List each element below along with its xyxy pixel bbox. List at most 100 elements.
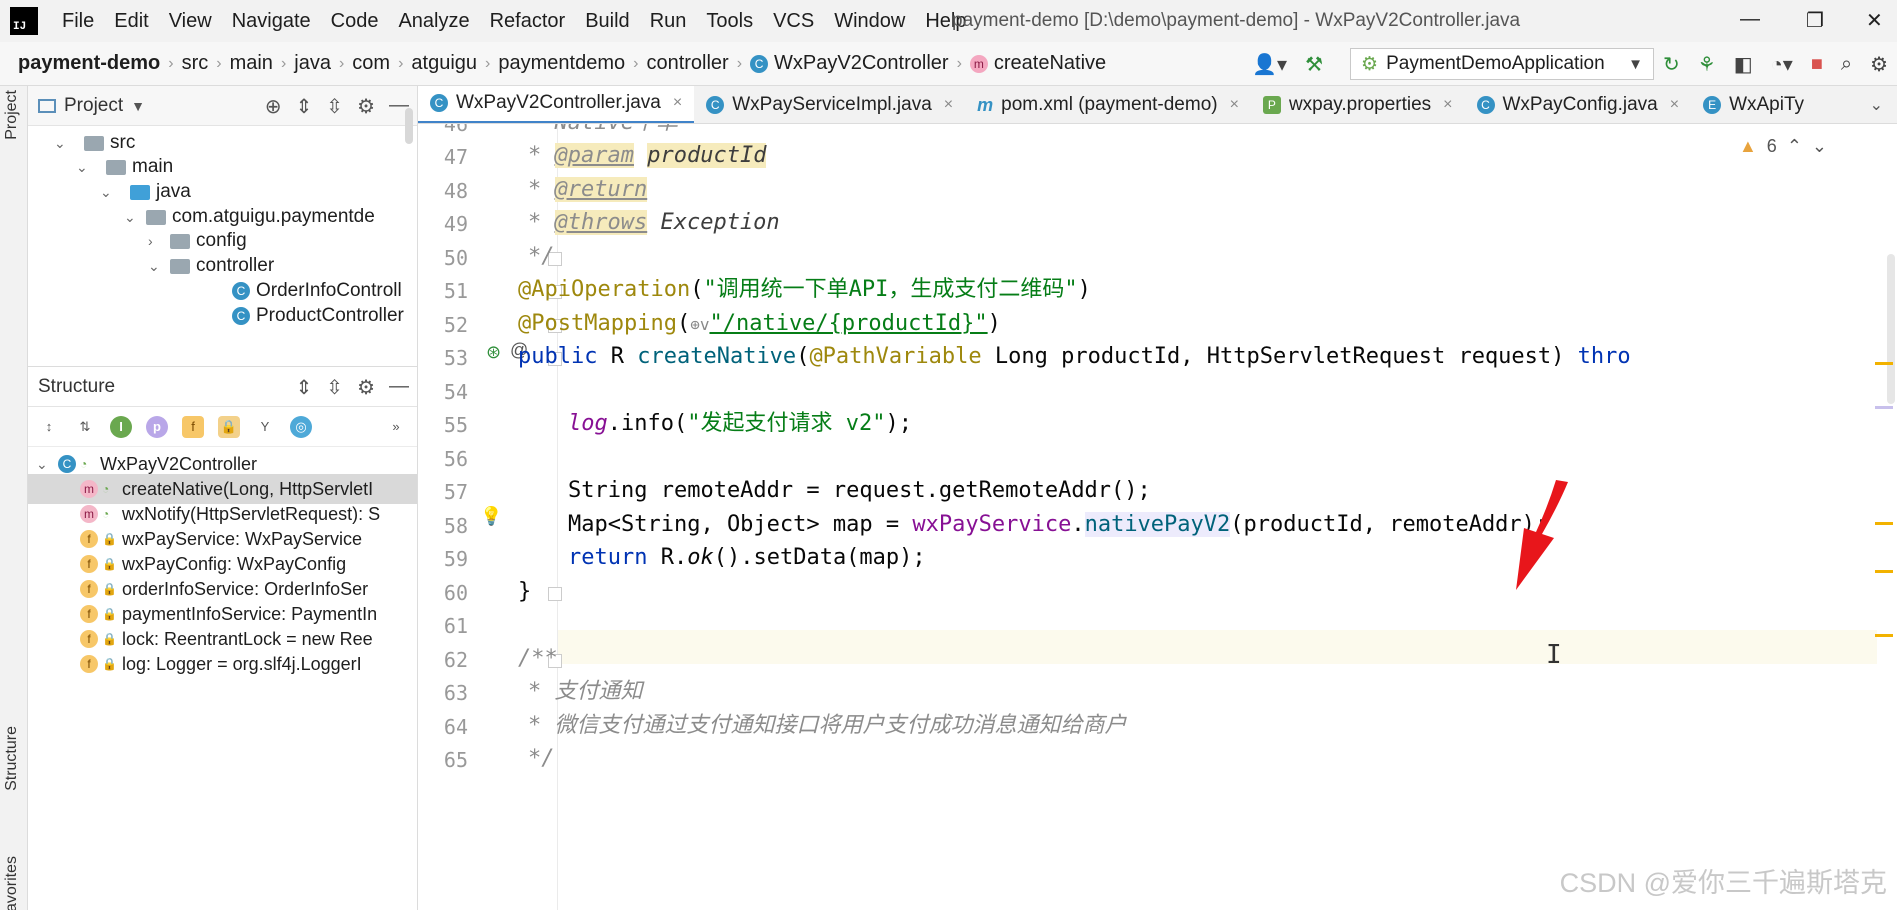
project-scrollbar[interactable] (405, 108, 413, 144)
close-icon[interactable]: × (1443, 96, 1452, 114)
breadcrumb-controller[interactable]: controller (646, 52, 728, 75)
show-lambdas-icon[interactable]: Y (254, 416, 276, 438)
menu-code[interactable]: Code (321, 10, 389, 33)
properties-file-icon: P (1262, 95, 1281, 114)
close-icon[interactable]: × (673, 94, 682, 112)
member-label: wxPayConfig: WxPayConfig (122, 553, 347, 574)
breadcrumb-atguigu[interactable]: atguigu (411, 52, 477, 75)
menu-tools[interactable]: Tools (696, 10, 763, 33)
menu-run[interactable]: Run (640, 10, 697, 33)
breadcrumb-project[interactable]: payment-demo (18, 52, 160, 75)
coverage-icon[interactable]: ◧ (1734, 52, 1753, 77)
tree-item-product-controller[interactable]: C ProductController (232, 301, 404, 331)
breadcrumb-method[interactable]: m createNative (969, 52, 1106, 75)
warning-marker[interactable] (1875, 570, 1893, 573)
stripe-tab-project[interactable]: Project (3, 90, 21, 140)
lock-icon: 🔒 (102, 607, 117, 621)
inspection-widget[interactable]: ▲ 6 ⌃ ⌄ (1739, 136, 1827, 157)
minimize-button[interactable]: — (1740, 8, 1760, 31)
editor-error-stripe[interactable] (1873, 124, 1897, 910)
close-icon[interactable]: × (1670, 96, 1679, 114)
rerun-icon[interactable]: ↻ (1663, 52, 1680, 77)
expand-all-icon[interactable]: ⇕ (296, 94, 313, 119)
restore-button[interactable]: ❐ (1806, 8, 1824, 33)
show-properties-icon[interactable]: p (146, 415, 168, 438)
tab-wxpay-properties[interactable]: P wxpay.properties × (1251, 86, 1465, 123)
stripe-tab-structure[interactable]: Structure (3, 726, 21, 791)
menu-analyze[interactable]: Analyze (388, 10, 479, 33)
collapse-all-icon[interactable]: ⇳ (326, 375, 343, 400)
search-icon[interactable]: ⌕ (1841, 53, 1852, 76)
run-configuration-select[interactable]: ⚙ PaymentDemoApplication ▼ (1350, 48, 1655, 80)
final-field-icon: f (80, 630, 98, 648)
tree-item-label: ProductController (256, 305, 404, 326)
line-number: 48 (443, 179, 468, 203)
project-panel-title[interactable]: Project (64, 95, 123, 117)
chevron-down-icon: ⌄ (54, 134, 66, 151)
stop-icon[interactable]: ■ (1811, 53, 1823, 76)
user-icon[interactable]: 👤▾ (1252, 52, 1287, 77)
chevron-up-icon[interactable]: ⌃ (1787, 136, 1802, 157)
structure-panel-header: Structure ⇕ ⇳ ⚙ — (28, 367, 417, 407)
breadcrumb-paymentdemo[interactable]: paymentdemo (498, 52, 625, 75)
breadcrumb-class[interactable]: C WxPayV2Controller (750, 52, 949, 75)
breadcrumb-main[interactable]: main (230, 52, 273, 75)
show-fields-icon[interactable]: f (182, 415, 204, 438)
close-button[interactable]: ✕ (1866, 8, 1883, 33)
hammer-icon[interactable]: ⚒ (1305, 52, 1323, 77)
warning-marker[interactable] (1875, 634, 1893, 637)
code-editor[interactable]: 46 47 48 49 50 51 52 53 54 55 56 57 58 5… (418, 124, 1897, 910)
member-log[interactable]: f 🔒 log: Logger = org.slf4j.LoggerI (28, 649, 417, 679)
tab-pom-xml[interactable]: m pom.xml (payment-demo) × (965, 86, 1251, 123)
stripe-tab-favorites[interactable]: Favorites (3, 856, 21, 910)
menu-view[interactable]: View (159, 10, 222, 33)
chevron-down-icon[interactable]: ⌄ (1812, 136, 1827, 157)
breadcrumb-class-label: WxPayV2Controller (774, 52, 949, 74)
tab-label: wxpay.properties (1288, 93, 1432, 115)
menu-build[interactable]: Build (575, 10, 639, 33)
tab-wxpayserviceimpl[interactable]: C WxPayServiceImpl.java × (694, 86, 965, 123)
tab-wxpayv2controller[interactable]: C WxPayV2Controller.java × (418, 86, 695, 123)
gear-icon[interactable]: ⚙ (357, 375, 375, 400)
menu-window[interactable]: Window (824, 10, 915, 33)
locate-icon[interactable]: ⊕ (265, 94, 282, 119)
menu-file[interactable]: File (52, 10, 104, 33)
lightbulb-icon[interactable]: 💡 (480, 506, 502, 527)
tab-wxapitype[interactable]: E WxApiTy (1691, 86, 1816, 123)
hide-icon[interactable]: — (389, 375, 409, 400)
tabs-overflow-icon[interactable]: ⌄ (1870, 95, 1883, 115)
warning-marker[interactable] (1875, 522, 1893, 525)
debug-icon[interactable]: ⚘ (1698, 52, 1716, 77)
expand-all-icon[interactable]: ⇕ (296, 375, 313, 400)
sort-alpha-icon[interactable]: ⇅ (74, 416, 96, 438)
menu-edit[interactable]: Edit (104, 10, 158, 33)
more-icon[interactable]: » (385, 416, 407, 438)
autoscroll-icon[interactable]: ◎ (290, 415, 312, 438)
show-non-public-icon[interactable]: 🔒 (218, 415, 240, 438)
request-mapping-icon[interactable]: ⊛ (486, 342, 501, 363)
breadcrumb-src[interactable]: src (182, 52, 209, 75)
text-cursor-icon: I (1546, 640, 1562, 670)
method-icon: m (80, 505, 98, 523)
chevron-down-icon[interactable]: ▼ (131, 98, 145, 114)
tab-wxpayconfig[interactable]: C WxPayConfig.java × (1465, 86, 1692, 123)
show-inherited-icon[interactable]: I (110, 415, 132, 438)
editor-scrollbar[interactable] (1887, 254, 1895, 404)
fold-marker[interactable] (548, 587, 562, 601)
collapse-all-icon[interactable]: ⇳ (326, 94, 343, 119)
breadcrumb-com[interactable]: com (352, 52, 390, 75)
close-icon[interactable]: × (944, 96, 953, 114)
menu-refactor[interactable]: Refactor (480, 10, 576, 33)
warning-marker[interactable] (1875, 362, 1893, 365)
usage-marker[interactable] (1875, 406, 1893, 409)
gear-icon[interactable]: ⚙ (357, 94, 375, 119)
breadcrumb-java[interactable]: java (294, 52, 331, 75)
settings-icon[interactable]: ⚙ (1870, 52, 1888, 77)
sort-visibility-icon[interactable]: ↕ (38, 416, 60, 438)
close-icon[interactable]: × (1230, 96, 1239, 114)
profiler-icon[interactable]: ◔▾ (1771, 52, 1793, 77)
menu-vcs[interactable]: VCS (763, 10, 824, 33)
chevron-right-icon: › (168, 54, 174, 72)
package-icon (170, 233, 190, 249)
menu-navigate[interactable]: Navigate (222, 10, 321, 33)
